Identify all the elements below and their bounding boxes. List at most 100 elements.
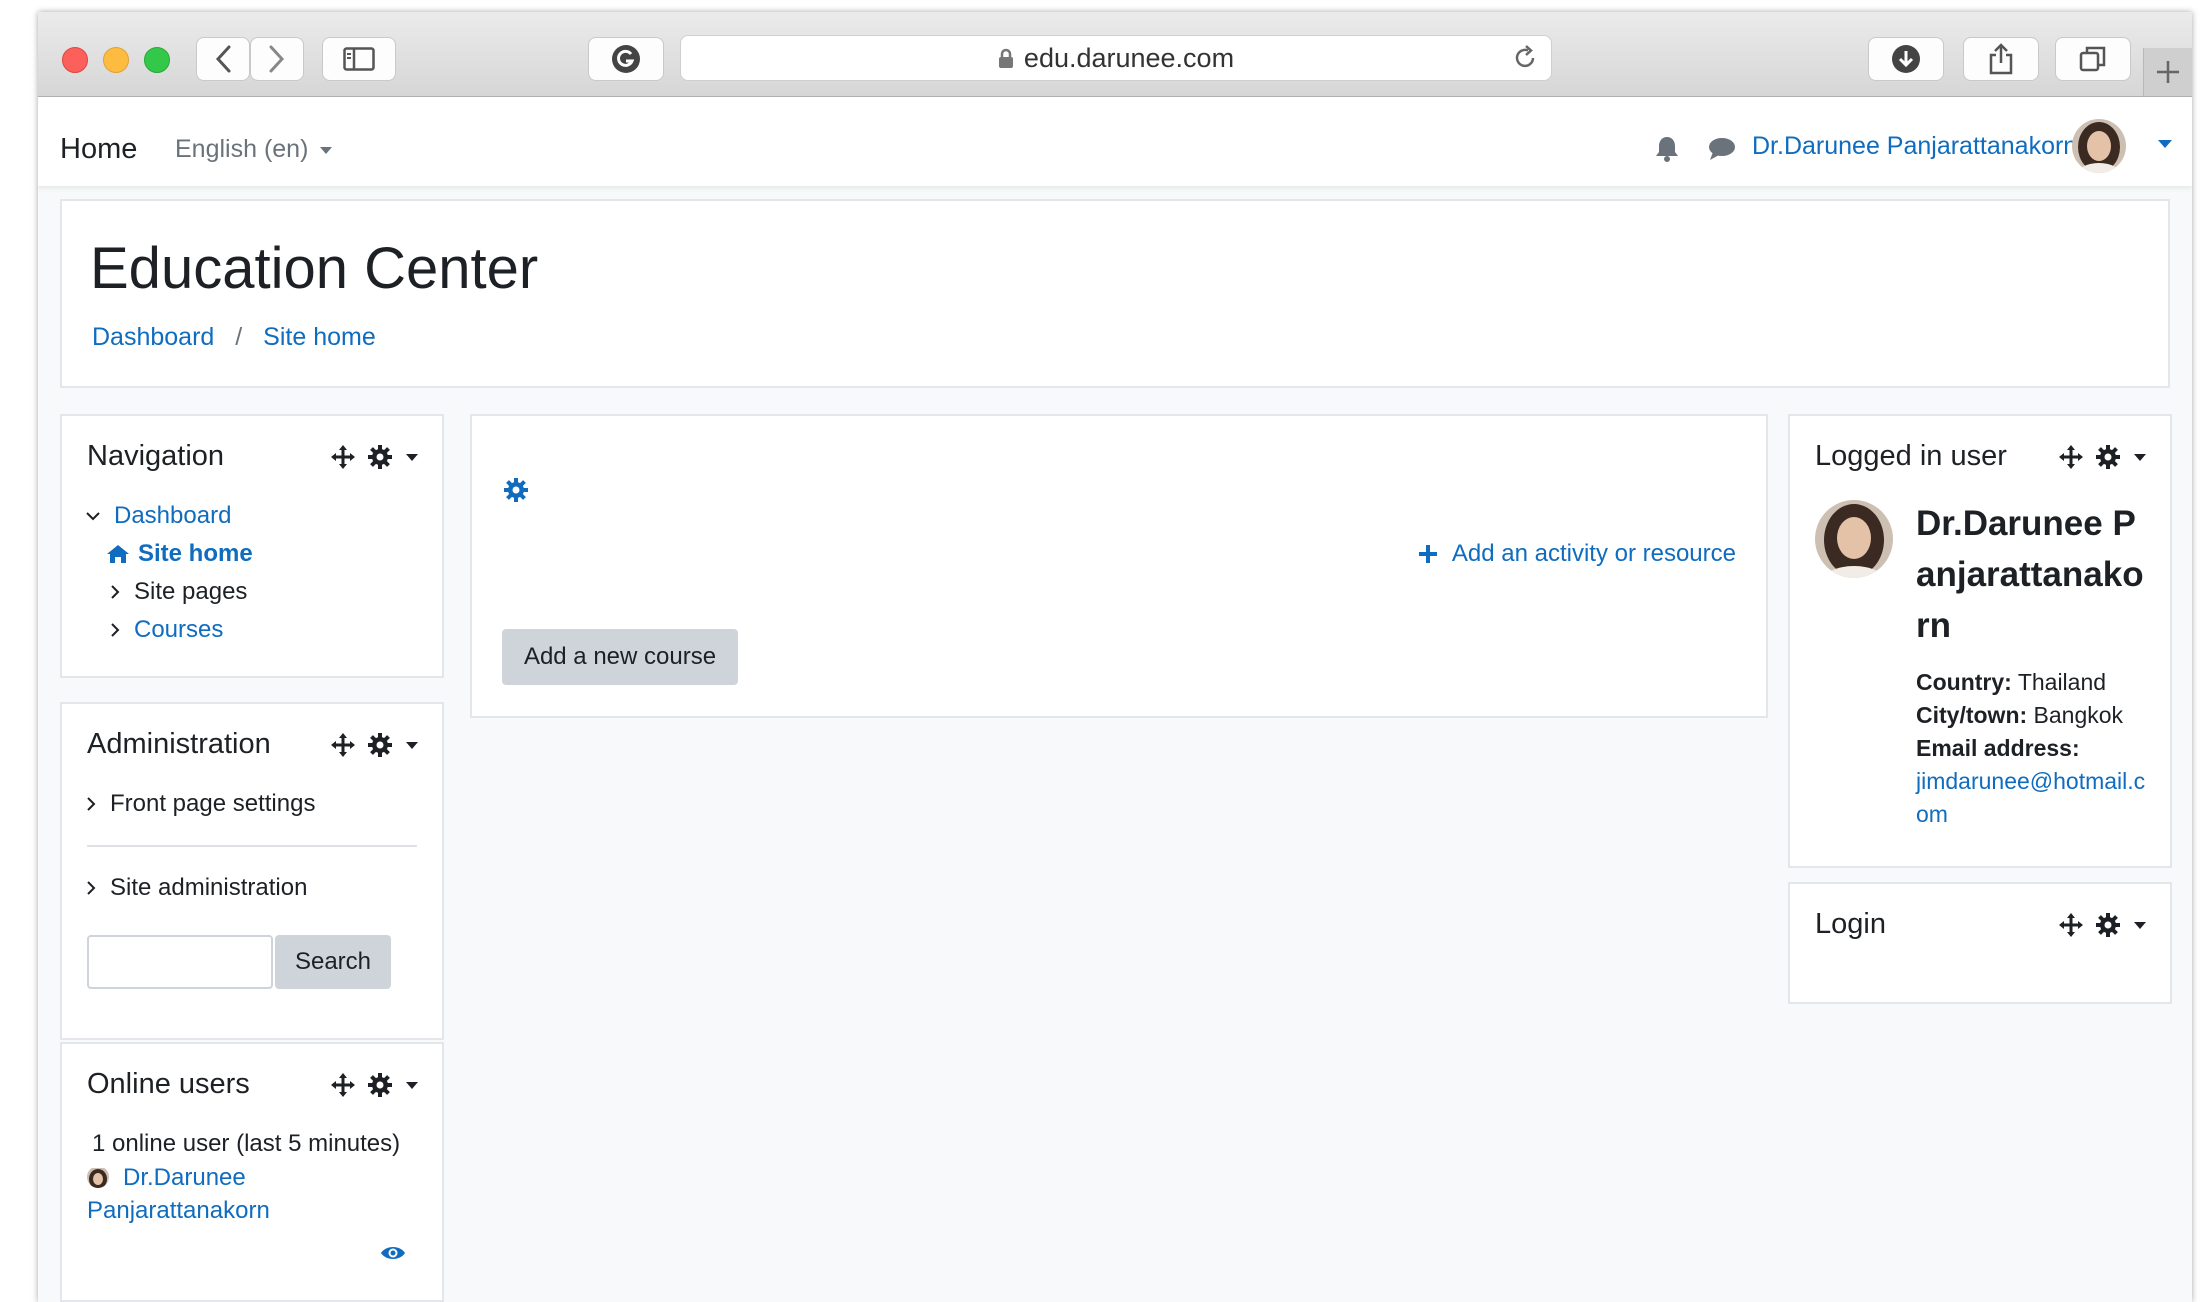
admin-item-site-administration[interactable]: Site administration: [86, 874, 307, 902]
grammarly-button[interactable]: [588, 37, 664, 81]
nav-item-label: Site home: [138, 540, 253, 567]
avatar: [87, 1166, 109, 1188]
new-tab-button[interactable]: [2143, 48, 2192, 96]
chevron-right-icon: [87, 797, 96, 811]
logged-in-user-block: Logged in user Dr.Darunee Panjarattanako…: [1788, 414, 2172, 868]
chevron-down-icon[interactable]: [406, 741, 418, 749]
nav-item-label: Site pages: [134, 578, 248, 605]
plus-icon: [1418, 545, 1437, 563]
browser-toolbar: edu.darunee.com: [38, 12, 2192, 97]
page-header: Education Center Dashboard / Site home: [60, 199, 2170, 388]
plus-icon: [2157, 61, 2179, 83]
move-icon[interactable]: [330, 1072, 356, 1098]
lock-icon: [998, 48, 1013, 68]
block-title: Navigation: [87, 440, 225, 472]
admin-search-input[interactable]: [87, 935, 273, 989]
avatar[interactable]: [2072, 119, 2126, 173]
chevron-right-icon: [111, 623, 120, 637]
forward-button[interactable]: [250, 37, 304, 81]
block-title: Online users: [87, 1068, 250, 1100]
add-activity-link[interactable]: Add an activity or resource: [1418, 540, 1736, 568]
chevron-down-icon[interactable]: [2134, 453, 2146, 461]
add-activity-label: Add an activity or resource: [1451, 540, 1736, 567]
block-title: Login: [1815, 908, 1886, 940]
chevron-right-icon: [87, 881, 96, 895]
sidebar-toggle-button[interactable]: [322, 37, 396, 81]
email-label: Email address:: [1916, 735, 2080, 761]
nav-item-dashboard[interactable]: Dashboard: [86, 502, 231, 530]
address-text: edu.darunee.com: [1023, 42, 1235, 73]
gear-icon[interactable]: [2096, 913, 2120, 937]
city-label: City/town:: [1916, 702, 2028, 728]
gear-icon[interactable]: [368, 733, 392, 757]
language-label: English (en): [175, 135, 309, 163]
reload-icon[interactable]: [1511, 44, 1539, 72]
admin-item-front-page-settings[interactable]: Front page settings: [86, 790, 315, 818]
block-controls: [330, 1072, 418, 1098]
forward-icon: [269, 45, 285, 73]
minimize-window-button[interactable]: [103, 47, 129, 73]
country-label: Country:: [1916, 669, 2012, 695]
chevron-down-icon[interactable]: [406, 1081, 418, 1089]
tab-overview-button[interactable]: [2055, 37, 2131, 81]
chevron-right-icon: [111, 585, 120, 599]
user-details: Country: Thailand City/town: Bangkok Ema…: [1916, 666, 2156, 831]
share-button[interactable]: [1963, 37, 2039, 81]
admin-search-button[interactable]: Search: [275, 935, 391, 989]
fullscreen-window-button[interactable]: [144, 47, 170, 73]
gear-icon[interactable]: [504, 478, 528, 502]
nav-item-site-home[interactable]: Site home: [106, 540, 253, 568]
avatar[interactable]: [1815, 500, 1893, 578]
gear-icon[interactable]: [368, 1073, 392, 1097]
admin-item-label: Site administration: [110, 874, 308, 901]
chevron-down-icon[interactable]: [406, 453, 418, 461]
user-menu-name[interactable]: Dr.Darunee Panjarattanakorn: [1752, 132, 2077, 161]
block-controls: [2058, 444, 2146, 470]
admin-item-label: Front page settings: [110, 790, 316, 817]
gear-icon[interactable]: [368, 445, 392, 469]
site-home-section: Add an activity or resource Add a new co…: [470, 414, 1768, 718]
page-title: Education Center: [90, 236, 539, 301]
online-users-block: Online users 1 online user (last 5 minut…: [60, 1042, 444, 1302]
bell-icon[interactable]: [1654, 135, 1680, 163]
eye-icon[interactable]: [380, 1244, 406, 1262]
close-window-button[interactable]: [62, 47, 88, 73]
breadcrumb-dashboard[interactable]: Dashboard: [92, 323, 214, 351]
city-value: Bangkok: [2033, 702, 2124, 728]
back-button[interactable]: [196, 37, 250, 81]
move-icon[interactable]: [2058, 444, 2084, 470]
chevron-down-icon: [86, 512, 100, 521]
move-icon[interactable]: [330, 444, 356, 470]
login-block: Login: [1788, 882, 2172, 1004]
breadcrumb-separator: /: [235, 323, 243, 351]
downloads-button[interactable]: [1868, 37, 1944, 81]
user-full-name[interactable]: Dr.Darunee Panjarattanakorn: [1916, 498, 2146, 651]
chat-icon[interactable]: [1708, 137, 1736, 161]
navigation-block: Navigation Dashboard Site home Site page…: [60, 414, 444, 678]
add-course-button[interactable]: Add a new course: [502, 629, 738, 685]
chevron-down-icon: [320, 146, 333, 154]
share-icon: [1989, 43, 2013, 75]
home-link[interactable]: Home: [60, 133, 137, 166]
address-bar[interactable]: edu.darunee.com: [680, 35, 1552, 81]
nav-item-label: Dashboard: [114, 502, 232, 529]
user-country: Country: Thailand: [1916, 666, 2156, 699]
breadcrumb: Dashboard / Site home: [92, 323, 376, 352]
online-user-item[interactable]: Dr.Darunee Panjarattanakorn: [87, 1161, 387, 1227]
block-controls: [330, 444, 418, 470]
language-menu[interactable]: English (en): [175, 135, 333, 164]
nav-item-courses[interactable]: Courses: [110, 616, 223, 644]
chevron-down-icon[interactable]: [2134, 921, 2146, 929]
home-icon: [107, 545, 129, 563]
move-icon[interactable]: [2058, 912, 2084, 938]
nav-item-site-pages[interactable]: Site pages: [110, 578, 247, 606]
email-link[interactable]: jimdarunee@hotmail.com: [1916, 765, 2156, 831]
country-value: Thailand: [2017, 669, 2107, 695]
chevron-down-icon[interactable]: [2158, 140, 2172, 148]
administration-block: Administration Front page settings Site …: [60, 702, 444, 1040]
block-title: Logged in user: [1815, 440, 2007, 472]
move-icon[interactable]: [330, 732, 356, 758]
breadcrumb-site-home[interactable]: Site home: [263, 323, 376, 351]
gear-icon[interactable]: [2096, 445, 2120, 469]
nav-item-label: Courses: [134, 616, 224, 643]
